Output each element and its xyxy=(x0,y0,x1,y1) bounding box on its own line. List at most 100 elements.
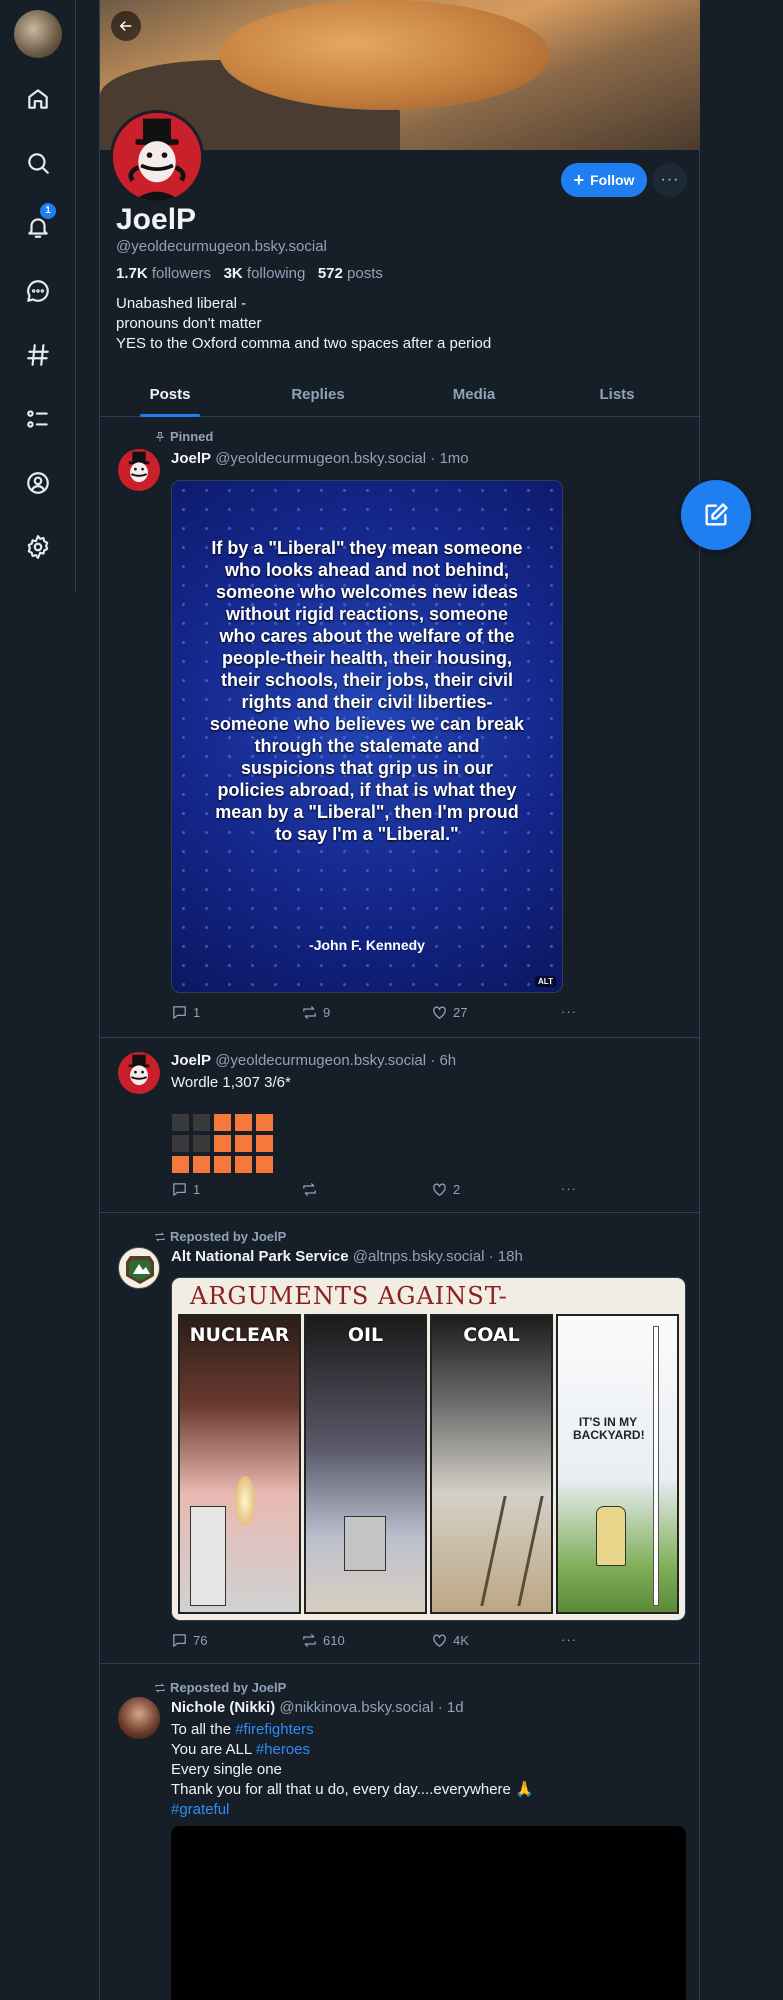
image-quote-text: If by a "Liberal" they mean someone who … xyxy=(209,538,525,844)
post-actions: 1 2 ··· xyxy=(171,1181,581,1201)
post-more-button[interactable]: ··· xyxy=(561,1181,577,1196)
wordle-tile xyxy=(172,1114,189,1131)
profile-bio: Unabashed liberal - pronouns don't matte… xyxy=(116,294,491,354)
wordle-tile xyxy=(214,1135,231,1152)
search-nav-button[interactable] xyxy=(18,143,58,183)
compose-post-button[interactable] xyxy=(681,480,751,550)
bio-line: YES to the Oxford comma and two spaces a… xyxy=(116,335,492,352)
post-author-avatar[interactable] xyxy=(118,1052,160,1094)
post-text-line: You are ALL #heroes xyxy=(171,1741,311,1758)
post-time[interactable]: 1mo xyxy=(439,450,468,467)
notification-badge: 1 xyxy=(40,203,56,219)
feeds-nav-button[interactable] xyxy=(18,335,58,375)
cartoon-title: ARGUMENTS AGAINST- xyxy=(190,1282,508,1310)
alt-text-badge[interactable]: ALT xyxy=(535,976,556,987)
bio-line: pronouns don't matter xyxy=(116,315,262,332)
wordle-tile xyxy=(235,1156,252,1173)
post-actions: 76 610 4K ··· xyxy=(171,1632,581,1652)
settings-nav-button[interactable] xyxy=(18,527,58,567)
tab-posts[interactable]: Posts xyxy=(140,372,200,417)
tab-media[interactable]: Media xyxy=(434,372,514,417)
lists-nav-button[interactable] xyxy=(18,399,58,439)
repost-icon xyxy=(303,1006,316,1019)
hashtag-link[interactable]: #grateful xyxy=(171,1801,229,1818)
pinned-indicator: Pinned xyxy=(154,429,213,444)
wordle-tile xyxy=(256,1114,273,1131)
wordle-tile xyxy=(235,1114,252,1131)
pin-icon xyxy=(155,431,165,441)
profile-more-button[interactable]: ··· xyxy=(653,163,687,197)
post-author-name[interactable]: JoelP xyxy=(171,450,211,467)
post-author-name[interactable]: JoelP xyxy=(171,1052,211,1069)
like-button[interactable]: 2 xyxy=(431,1181,460,1198)
profile-nav-button[interactable] xyxy=(18,463,58,503)
hashtag-link[interactable]: #firefighters xyxy=(235,1721,313,1738)
like-button[interactable]: 27 xyxy=(431,1004,467,1021)
post-text-line: To all the #firefighters xyxy=(171,1721,314,1738)
reply-icon xyxy=(173,1006,186,1019)
reply-button[interactable]: 1 xyxy=(171,1004,200,1021)
profile-avatar[interactable] xyxy=(110,110,204,204)
heart-icon xyxy=(433,1183,446,1196)
wordle-tile xyxy=(256,1156,273,1173)
post-author-avatar[interactable] xyxy=(118,1247,160,1289)
post-time[interactable]: 18h xyxy=(498,1248,523,1265)
post-time[interactable]: 6h xyxy=(439,1052,456,1069)
post-time[interactable]: 1d xyxy=(447,1699,464,1716)
tab-replies[interactable]: Replies xyxy=(278,372,358,417)
following-link[interactable]: 3K following xyxy=(224,265,306,282)
bio-line: Unabashed liberal - xyxy=(116,295,247,312)
post-more-button[interactable]: ··· xyxy=(561,1632,577,1647)
post-image[interactable]: ARGUMENTS AGAINST- NUCLEAR OIL COAL IT'S… xyxy=(171,1277,686,1621)
chat-nav-button[interactable] xyxy=(18,271,58,311)
followers-link[interactable]: 1.7K followers xyxy=(116,265,211,282)
post-more-button[interactable]: ··· xyxy=(561,1004,577,1019)
hashtag-icon xyxy=(27,344,49,366)
wordle-tile xyxy=(214,1156,231,1173)
wordle-tile xyxy=(193,1114,210,1131)
post-author-avatar[interactable] xyxy=(118,449,160,491)
list-icon xyxy=(27,410,48,428)
reply-icon xyxy=(173,1183,186,1196)
post-author-handle[interactable]: @nikkinova.bsky.social xyxy=(279,1699,433,1716)
cartoon-panel: COAL xyxy=(430,1314,553,1614)
repost-button[interactable]: 9 xyxy=(301,1004,330,1021)
post-author-handle[interactable]: @yeoldecurmugeon.bsky.social xyxy=(215,450,426,467)
post-video[interactable] xyxy=(171,1826,686,2000)
reply-button[interactable]: 1 xyxy=(171,1181,200,1198)
post-author-name[interactable]: Nichole (Nikki) xyxy=(171,1699,275,1716)
tab-lists[interactable]: Lists xyxy=(577,372,657,417)
current-user-avatar[interactable] xyxy=(14,10,62,58)
post-header: JoelP @yeoldecurmugeon.bsky.social · 1mo xyxy=(171,450,469,467)
repost-button[interactable] xyxy=(301,1181,323,1198)
post-image[interactable]: If by a "Liberal" they mean someone who … xyxy=(171,480,563,993)
reply-button[interactable]: 76 xyxy=(171,1632,207,1649)
post-header: Alt National Park Service @altnps.bsky.s… xyxy=(171,1248,523,1265)
back-button[interactable] xyxy=(111,11,141,41)
like-button[interactable]: 4K xyxy=(431,1632,469,1649)
post-author-name[interactable]: Alt National Park Service xyxy=(171,1248,349,1265)
reply-icon xyxy=(173,1634,186,1647)
post-author-handle[interactable]: @yeoldecurmugeon.bsky.social xyxy=(215,1052,426,1069)
wordle-tile xyxy=(172,1135,189,1152)
profile-display-name: JoelP xyxy=(116,203,197,236)
post-author-handle[interactable]: @altnps.bsky.social xyxy=(353,1248,485,1265)
wordle-tile xyxy=(172,1156,189,1173)
home-nav-button[interactable] xyxy=(18,79,58,119)
compose-icon xyxy=(705,503,728,526)
nps-badge-image xyxy=(126,1256,154,1284)
post-author-avatar[interactable] xyxy=(118,1697,160,1739)
notifications-nav-button[interactable]: 1 xyxy=(18,203,58,247)
repost-icon xyxy=(155,1232,165,1241)
follow-button[interactable]: + Follow xyxy=(561,163,647,197)
wordle-tile xyxy=(193,1135,210,1152)
post-text-line: Thank you for all that u do, every day..… xyxy=(171,1781,534,1798)
post-header: Nichole (Nikki) @nikkinova.bsky.social ·… xyxy=(171,1699,464,1716)
repost-indicator: Reposted by JoelP xyxy=(154,1229,286,1244)
profile-tabs: Posts Replies Media Lists xyxy=(100,372,700,417)
villain-avatar-image xyxy=(113,113,201,201)
repost-button[interactable]: 610 xyxy=(301,1632,345,1649)
repost-icon xyxy=(303,1183,316,1196)
hashtag-link[interactable]: #heroes xyxy=(256,1741,310,1758)
follow-button-label: Follow xyxy=(590,172,635,188)
